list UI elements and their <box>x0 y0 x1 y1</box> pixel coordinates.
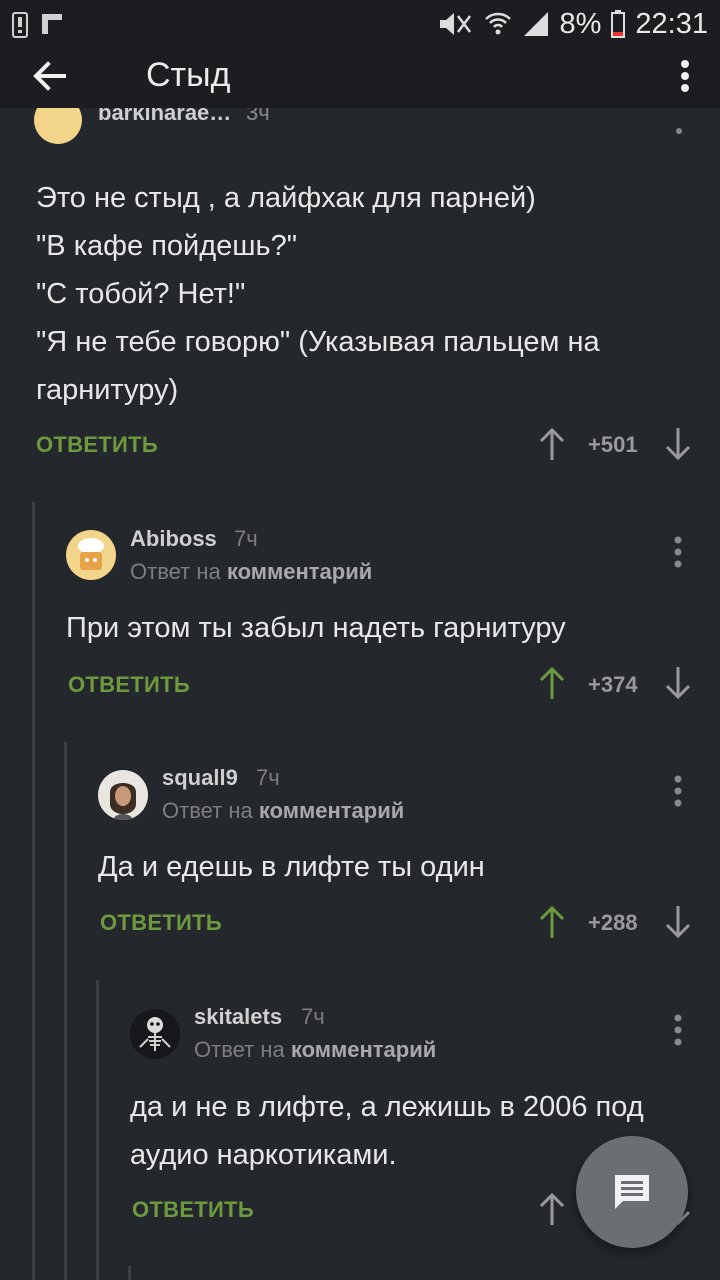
upvote-arrow-icon[interactable] <box>537 665 567 701</box>
author-name[interactable]: skitalets <box>194 1004 282 1030</box>
app-bar: Стыд <box>0 48 720 108</box>
upvote-arrow-icon[interactable] <box>537 1191 567 1227</box>
reply-to-prefix: Ответ на <box>162 798 253 823</box>
reply-to-line: Ответ на комментарий <box>194 1037 436 1063</box>
avatar[interactable] <box>66 530 116 580</box>
upvote-arrow-icon[interactable] <box>537 426 567 462</box>
reply-to-link[interactable]: комментарий <box>291 1037 436 1062</box>
comment-score: +374 <box>588 672 638 697</box>
mute-icon <box>439 13 471 35</box>
comment-time: 7ч <box>301 1004 325 1029</box>
clock: 22:31 <box>635 8 708 40</box>
more-vert-icon[interactable] <box>676 54 694 98</box>
reply-to-line: Ответ на комментарий <box>162 798 404 824</box>
thread-line <box>32 502 35 1280</box>
avatar-image <box>78 538 104 570</box>
comment-text: Да и едешь в лифте ты один <box>98 851 485 883</box>
status-bar: 8% 22:31 <box>0 0 720 48</box>
comment-fab-icon <box>615 1175 649 1209</box>
wifi-icon <box>484 12 511 35</box>
reply-button[interactable]: ОТВЕТИТЬ <box>36 432 158 458</box>
thread-line <box>64 742 67 1280</box>
battery-icon <box>611 10 626 38</box>
comment-text: Это не стыд , а лайфхак для парней) "В к… <box>36 182 600 406</box>
upvote-arrow-icon[interactable] <box>537 904 567 940</box>
comment-text: При этом ты забыл надеть гарнитуру <box>66 612 566 644</box>
reply-to-line: Ответ на комментарий <box>130 559 372 585</box>
thread-line <box>128 1266 131 1280</box>
avatar[interactable] <box>34 108 82 144</box>
downvote-arrow-icon[interactable] <box>663 426 693 462</box>
comment-time: 3ч <box>246 108 270 125</box>
app-notification-icon <box>42 14 62 34</box>
reply-to-link[interactable]: комментарий <box>227 559 372 584</box>
reply-button[interactable]: ОТВЕТИТЬ <box>100 910 222 936</box>
partial-comment-header: barkinarae… 3ч <box>0 108 720 152</box>
add-comment-button[interactable] <box>576 1136 688 1248</box>
avatar[interactable] <box>98 770 148 820</box>
thread-line <box>96 980 99 1280</box>
more-vert-icon[interactable] <box>672 773 684 809</box>
downvote-arrow-icon[interactable] <box>663 665 693 701</box>
reply-to-link[interactable]: комментарий <box>259 798 404 823</box>
page-title: Стыд <box>146 56 231 94</box>
battery-percent: 8% <box>559 8 602 40</box>
signal-icon <box>523 12 548 36</box>
reply-to-prefix: Ответ на <box>130 559 221 584</box>
author-name[interactable]: squall9 <box>162 765 238 791</box>
comment-time: 7ч <box>256 765 280 790</box>
reply-to-prefix: Ответ на <box>194 1037 285 1062</box>
downvote-arrow-icon[interactable] <box>663 904 693 940</box>
more-vert-icon[interactable] <box>672 534 684 570</box>
author-name[interactable]: Abiboss <box>130 526 217 552</box>
avatar-image <box>139 1017 171 1051</box>
comment-score: +288 <box>588 910 638 935</box>
avatar-image <box>110 783 136 820</box>
comment-score: +501 <box>588 432 638 457</box>
reply-button[interactable]: ОТВЕТИТЬ <box>132 1197 254 1223</box>
notification-icon <box>12 12 28 38</box>
more-vert-icon[interactable] <box>672 1012 684 1048</box>
more-vert-icon[interactable] <box>676 128 682 134</box>
back-arrow-icon[interactable] <box>28 54 72 98</box>
author-name[interactable]: barkinarae… <box>98 108 231 126</box>
comment-time: 7ч <box>234 526 258 551</box>
avatar[interactable] <box>130 1009 180 1059</box>
reply-button[interactable]: ОТВЕТИТЬ <box>68 672 190 698</box>
